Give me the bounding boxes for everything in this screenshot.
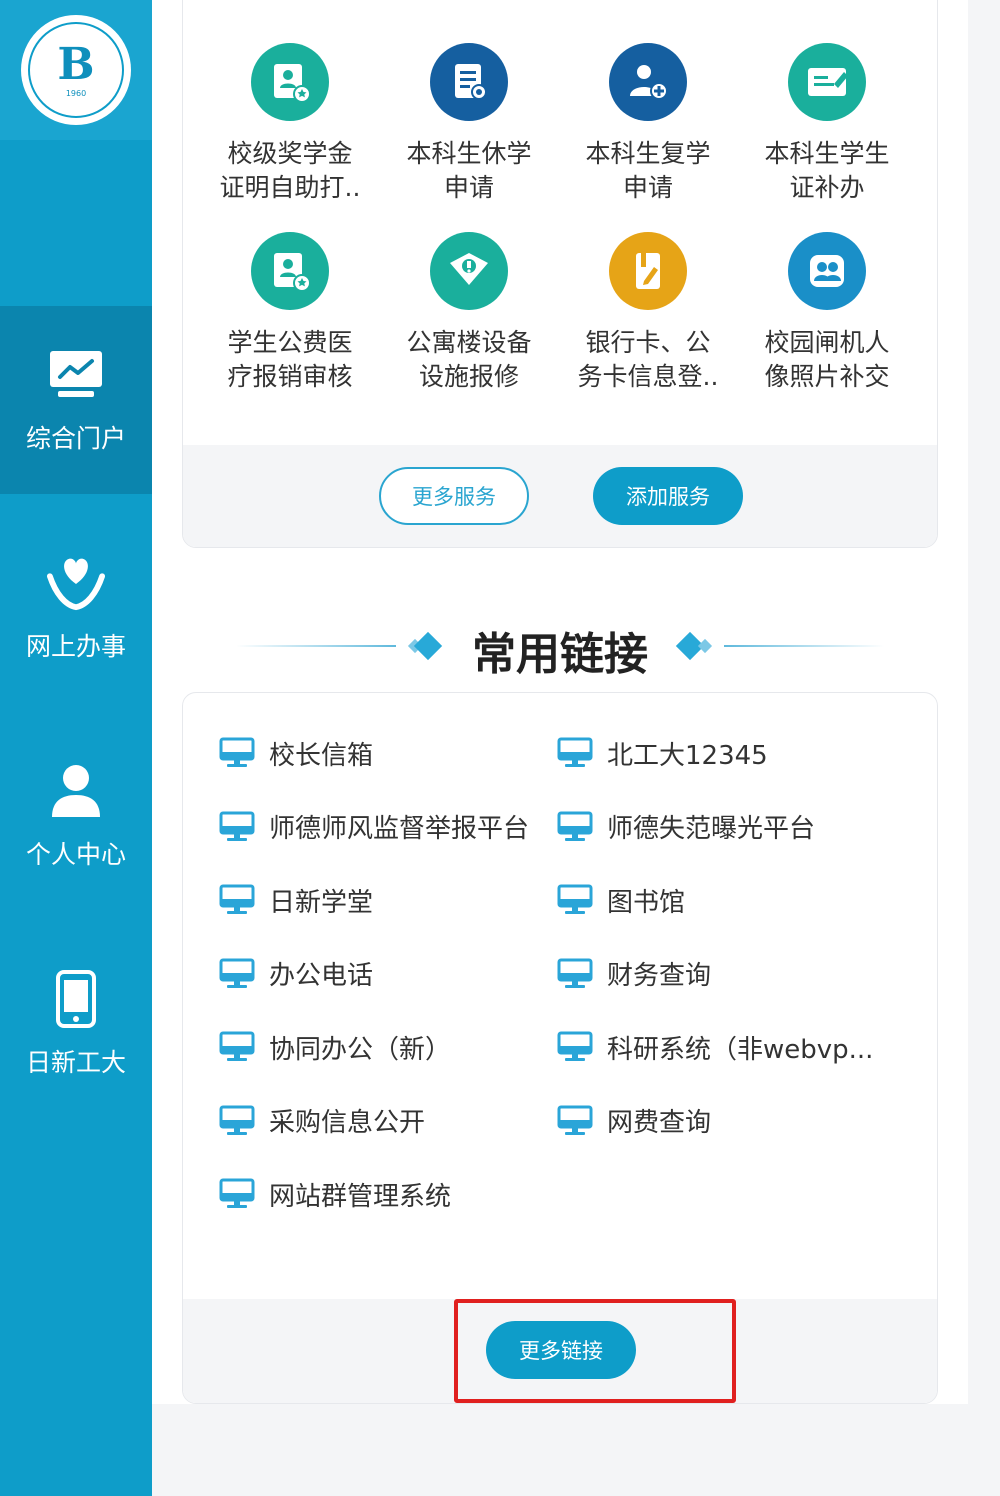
nav-item-personal-center[interactable]: 个人中心 [0,722,152,910]
service-label: 校园闸机人 像照片补交 [764,328,890,391]
add-service-button[interactable]: 添加服务 [593,467,743,525]
sidebar: B 1960 综合门户 网上办事 个人中心 日新工大 [0,0,152,1496]
service-item[interactable]: 本科生休学 申请 [380,43,558,205]
heart-hand-icon [46,553,106,613]
link-label: 办公电话 [269,961,374,991]
link-label: 师德师风监督举报平台 [269,814,530,844]
service-item[interactable]: 学生公费医 疗报销审核 [201,232,379,394]
service-item[interactable]: 本科生学生 证补办 [738,43,916,205]
certificate-icon [251,232,329,310]
links-footer: 更多链接 [183,1299,937,1403]
link-item[interactable]: 网站群管理系统 [219,1174,451,1214]
mobile-phone-icon [46,969,106,1029]
monitor-icon [557,958,593,990]
link-label: 采购信息公开 [269,1108,426,1138]
more-links-button[interactable]: 更多链接 [486,1321,636,1379]
link-item[interactable]: 科研系统（非webvp... [557,1027,873,1067]
link-item[interactable]: 办公电话 [219,954,373,994]
monitor-chart-icon [46,345,106,405]
title-divider-right [724,645,884,647]
monitor-icon [557,884,593,916]
nav-item-rixin[interactable]: 日新工大 [0,930,152,1118]
link-label: 财务查询 [607,961,712,991]
person-icon [46,761,106,821]
nav-label: 个人中心 [25,840,126,869]
nav-item-online-service[interactable]: 网上办事 [0,514,152,702]
link-item[interactable]: 师德师风监督举报平台 [219,807,529,847]
links-card: 校长信箱 北工大12345 师德师风监督举报平台 师德失范曝光平台日新学堂 图书馆办公电… [182,692,938,1404]
services-footer: 更多服务 添加服务 [183,445,937,547]
service-item[interactable]: 校级奖学金 证明自助打.. [201,43,379,205]
link-label: 网站群管理系统 [269,1181,452,1212]
service-item[interactable]: 本科生复学 申请 [559,43,737,205]
certificate-icon [251,43,329,121]
logo-emblem: B 1960 [28,22,124,118]
link-item[interactable]: 财务查询 [557,954,711,994]
link-item[interactable]: 北工大12345 [557,733,768,773]
service-label: 本科生复学 申请 [585,139,711,202]
nav-label: 日新工大 [25,1048,126,1077]
link-item[interactable]: 采购信息公开 [219,1101,425,1141]
link-label: 北工大12345 [607,740,768,771]
service-item[interactable]: 公寓楼设备 设施报修 [380,232,558,394]
page-margin [968,0,1000,1496]
id-card-edit-icon [788,43,866,121]
main-content: 校级奖学金 证明自助打.. 本科生休学 申请 本科生复学 申请 本科生学生 证补办 [152,0,968,1404]
service-label: 公寓楼设备 设施报修 [406,328,532,391]
link-label: 科研系统（非webvp... [607,1034,874,1065]
monitor-icon [219,1178,255,1210]
monitor-icon [557,737,593,769]
service-item[interactable]: 银行卡、公 务卡信息登.. [559,232,737,394]
nav-label: 综合门户 [25,424,126,453]
link-item[interactable]: 协同办公（新） [219,1027,451,1067]
logo-year: 1960 [65,88,87,98]
monitor-icon [219,1031,255,1063]
link-item[interactable]: 校长信箱 [219,733,373,773]
monitor-icon [219,737,255,769]
service-label: 校级奖学金 证明自助打.. [219,139,361,202]
link-item[interactable]: 网费查询 [557,1101,711,1141]
monitor-icon [557,811,593,843]
service-label: 银行卡、公 务卡信息登.. [577,328,719,391]
university-logo[interactable]: B 1960 [21,15,131,125]
link-label: 网费查询 [607,1108,712,1138]
link-label: 师德失范曝光平台 [607,814,816,844]
logo-area: B 1960 [0,0,152,140]
nav-item-portal[interactable]: 综合门户 [0,306,152,494]
monitor-icon [557,1031,593,1063]
link-label: 协同办公（新） [269,1034,452,1065]
shield-wrench-icon [430,232,508,310]
group-photo-icon [788,232,866,310]
links-section-title: 常用链接 [472,629,648,680]
service-label: 本科生休学 申请 [406,139,532,202]
link-item[interactable]: 图书馆 [557,880,685,920]
link-label: 日新学堂 [269,887,374,918]
logo-mark: B [57,38,95,90]
link-label: 校长信箱 [269,740,374,771]
monitor-icon [219,811,255,843]
monitor-icon [219,1105,255,1137]
person-add-icon [609,43,687,121]
more-services-button[interactable]: 更多服务 [379,467,529,525]
link-label: 图书馆 [607,887,686,918]
service-label: 学生公费医 疗报销审核 [227,328,353,391]
nav-label: 网上办事 [25,632,126,661]
links-section-header: 常用链接 [152,610,968,680]
link-item[interactable]: 日新学堂 [219,880,373,920]
card-edit-icon [609,232,687,310]
document-award-icon [430,43,508,121]
service-label: 本科生学生 证补办 [764,139,890,202]
monitor-icon [219,884,255,916]
services-card: 校级奖学金 证明自助打.. 本科生休学 申请 本科生复学 申请 本科生学生 证补办 [182,0,938,548]
service-item[interactable]: 校园闸机人 像照片补交 [738,232,916,394]
link-item[interactable]: 师德失范曝光平台 [557,807,815,847]
monitor-icon [219,958,255,990]
monitor-icon [557,1105,593,1137]
